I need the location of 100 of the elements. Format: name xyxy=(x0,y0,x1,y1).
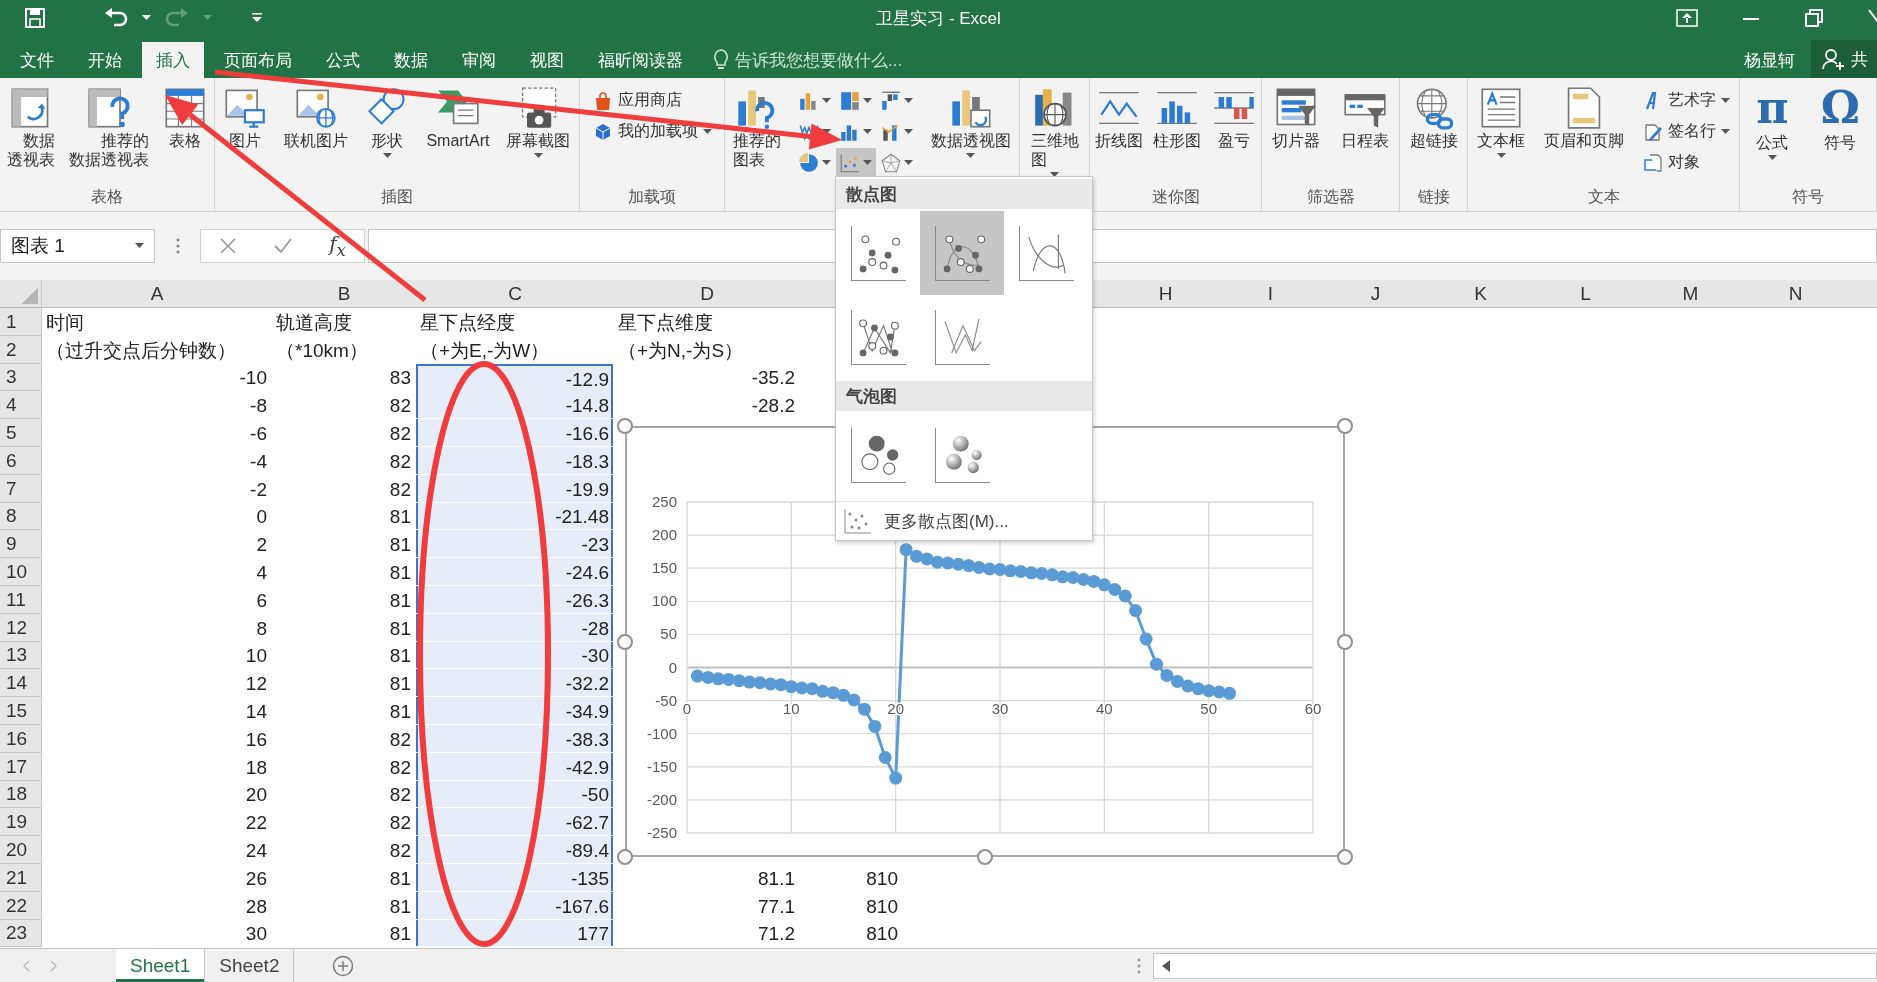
ribbon-display-icon[interactable] xyxy=(1676,9,1698,27)
row-header[interactable]: 14 xyxy=(6,672,28,695)
resize-handle[interactable] xyxy=(617,849,633,865)
ribbon-button[interactable]: 艺术字 xyxy=(1639,86,1733,115)
restore-icon[interactable] xyxy=(1804,8,1824,28)
resize-handle[interactable] xyxy=(1337,634,1353,650)
row-header[interactable]: 21 xyxy=(6,866,28,889)
chart-type-option[interactable] xyxy=(920,211,1004,295)
ribbon-button[interactable]: 联机图片 xyxy=(281,84,352,153)
check-icon[interactable] xyxy=(273,237,294,255)
ribbon-button[interactable]: 签名行 xyxy=(1639,117,1733,146)
column-header[interactable]: M xyxy=(1682,282,1699,305)
customize-icon[interactable] xyxy=(252,13,262,23)
column-header[interactable]: J xyxy=(1370,282,1381,305)
row-header[interactable]: 17 xyxy=(6,755,28,778)
column-header[interactable]: K xyxy=(1474,282,1487,305)
ribbon-tab[interactable]: 公式 xyxy=(312,42,374,78)
row-header[interactable]: 3 xyxy=(6,366,17,389)
ribbon-button[interactable]: 数据透视图 xyxy=(927,84,1014,161)
undo-icon[interactable] xyxy=(104,7,128,29)
column-header[interactable]: B xyxy=(337,282,351,305)
insert-function-button[interactable]: f$_{x}$ xyxy=(329,232,346,260)
sheet-tab[interactable]: Sheet1 xyxy=(116,949,206,982)
ribbon-button[interactable]: 超链接 xyxy=(1406,84,1461,153)
data-point xyxy=(920,552,934,566)
ribbon-tab[interactable]: 审阅 xyxy=(448,42,510,78)
column-header[interactable]: A xyxy=(150,282,164,305)
row-header[interactable]: 22 xyxy=(6,894,28,917)
ribbon-tab[interactable]: 文件 xyxy=(6,42,68,78)
row-header[interactable]: 13 xyxy=(6,644,28,667)
table-cell: -30 xyxy=(416,641,613,669)
row-header[interactable]: 19 xyxy=(6,811,28,834)
chart-type-button[interactable] xyxy=(836,148,876,178)
ribbon-button[interactable]: 文本框 xyxy=(1474,84,1529,161)
row-header[interactable]: 16 xyxy=(6,727,28,750)
ribbon-button[interactable]: 对象 xyxy=(1639,148,1733,177)
ribbon-button[interactable]: 屏幕截图 xyxy=(503,84,574,161)
row-header[interactable]: 11 xyxy=(6,588,26,611)
ribbon-button[interactable]: 三维地图 xyxy=(1027,84,1082,180)
name-box[interactable]: 图表 1 xyxy=(0,229,155,263)
row-header[interactable]: 15 xyxy=(6,700,28,723)
more-charts-item[interactable]: 更多散点图(M)... xyxy=(836,501,1092,540)
add-sheet-icon[interactable] xyxy=(332,954,355,977)
ribbon-button[interactable]: Ω 符号 xyxy=(1817,84,1863,155)
row-header[interactable]: 2 xyxy=(6,338,17,361)
ribbon-tab[interactable]: 视图 xyxy=(516,42,578,78)
row-header[interactable]: 23 xyxy=(6,922,28,945)
ribbon-button[interactable]: 切片器 xyxy=(1269,84,1324,153)
resize-handle[interactable] xyxy=(1337,418,1353,434)
ribbon-tab[interactable]: 福昕阅读器 xyxy=(584,42,697,78)
resize-handle[interactable] xyxy=(977,849,993,865)
table-cell-text: 20 xyxy=(244,783,268,808)
ribbon-tab[interactable]: 数据 xyxy=(380,42,442,78)
axis-label: 60 xyxy=(1304,699,1322,717)
column-header[interactable]: N xyxy=(1788,282,1803,305)
table-cell-text: （过升交点后分钟数） xyxy=(45,338,237,363)
column-header[interactable]: C xyxy=(508,282,522,305)
ribbon-tab[interactable]: 页面布局 xyxy=(210,42,306,78)
row-header[interactable]: 7 xyxy=(6,477,17,500)
ribbon-button[interactable]: 页眉和页脚 xyxy=(1541,84,1627,153)
ribbon-button[interactable]: 柱形图 xyxy=(1150,84,1205,153)
row-header[interactable]: 8 xyxy=(6,505,17,528)
cancel-icon[interactable] xyxy=(219,237,238,255)
sheet-tab[interactable]: Sheet2 xyxy=(205,949,295,982)
user-name[interactable]: 杨显轲 xyxy=(1728,42,1811,78)
column-header[interactable]: H xyxy=(1158,282,1173,305)
column-header[interactable]: I xyxy=(1267,282,1274,305)
row-header[interactable]: 10 xyxy=(6,561,28,584)
ribbon-button[interactable]: π 公式 xyxy=(1753,84,1792,163)
save-icon[interactable] xyxy=(24,7,46,29)
resize-handle[interactable] xyxy=(617,634,633,650)
ribbon-button[interactable]: 应用商店 xyxy=(589,86,715,115)
ribbon-button[interactable]: 数据透视表 xyxy=(4,84,58,172)
data-point xyxy=(1024,566,1038,580)
resize-handle[interactable] xyxy=(617,418,633,434)
ribbon-button[interactable]: 折线图 xyxy=(1092,84,1147,153)
row-header[interactable]: 18 xyxy=(6,783,28,806)
row-header[interactable]: 9 xyxy=(6,533,17,556)
ribbon-button[interactable]: SmartArt xyxy=(423,84,493,153)
ribbon-button[interactable]: 形状 xyxy=(362,84,413,161)
column-header[interactable]: D xyxy=(700,282,714,305)
ribbon-tab[interactable]: 插入 xyxy=(142,42,204,78)
row-header[interactable]: 20 xyxy=(6,839,28,862)
tell-me-field[interactable]: 告诉我您想要做什么... xyxy=(713,42,903,78)
row-header[interactable]: 4 xyxy=(6,394,17,417)
row-header[interactable]: 6 xyxy=(6,449,17,472)
ribbon-button[interactable]: 盈亏 xyxy=(1208,84,1259,153)
row-header[interactable]: 12 xyxy=(6,616,28,639)
row-header[interactable]: 1 xyxy=(6,310,17,333)
treemap-icon xyxy=(839,90,862,112)
column-header[interactable]: L xyxy=(1580,282,1591,305)
group-label: 表格 xyxy=(91,186,123,207)
resize-handle[interactable] xyxy=(1337,849,1353,865)
horizontal-scrollbar[interactable] xyxy=(1153,952,1877,979)
ribbon-button[interactable]: 日程表 xyxy=(1337,84,1392,153)
ribbon-button[interactable]: 推荐的数据透视表 xyxy=(66,84,152,172)
row-header[interactable]: 5 xyxy=(6,422,17,445)
table-cell-text: 时间 xyxy=(45,310,85,335)
ribbon-tab[interactable]: 开始 xyxy=(74,42,136,78)
share-button[interactable]: 共 xyxy=(1811,40,1877,78)
